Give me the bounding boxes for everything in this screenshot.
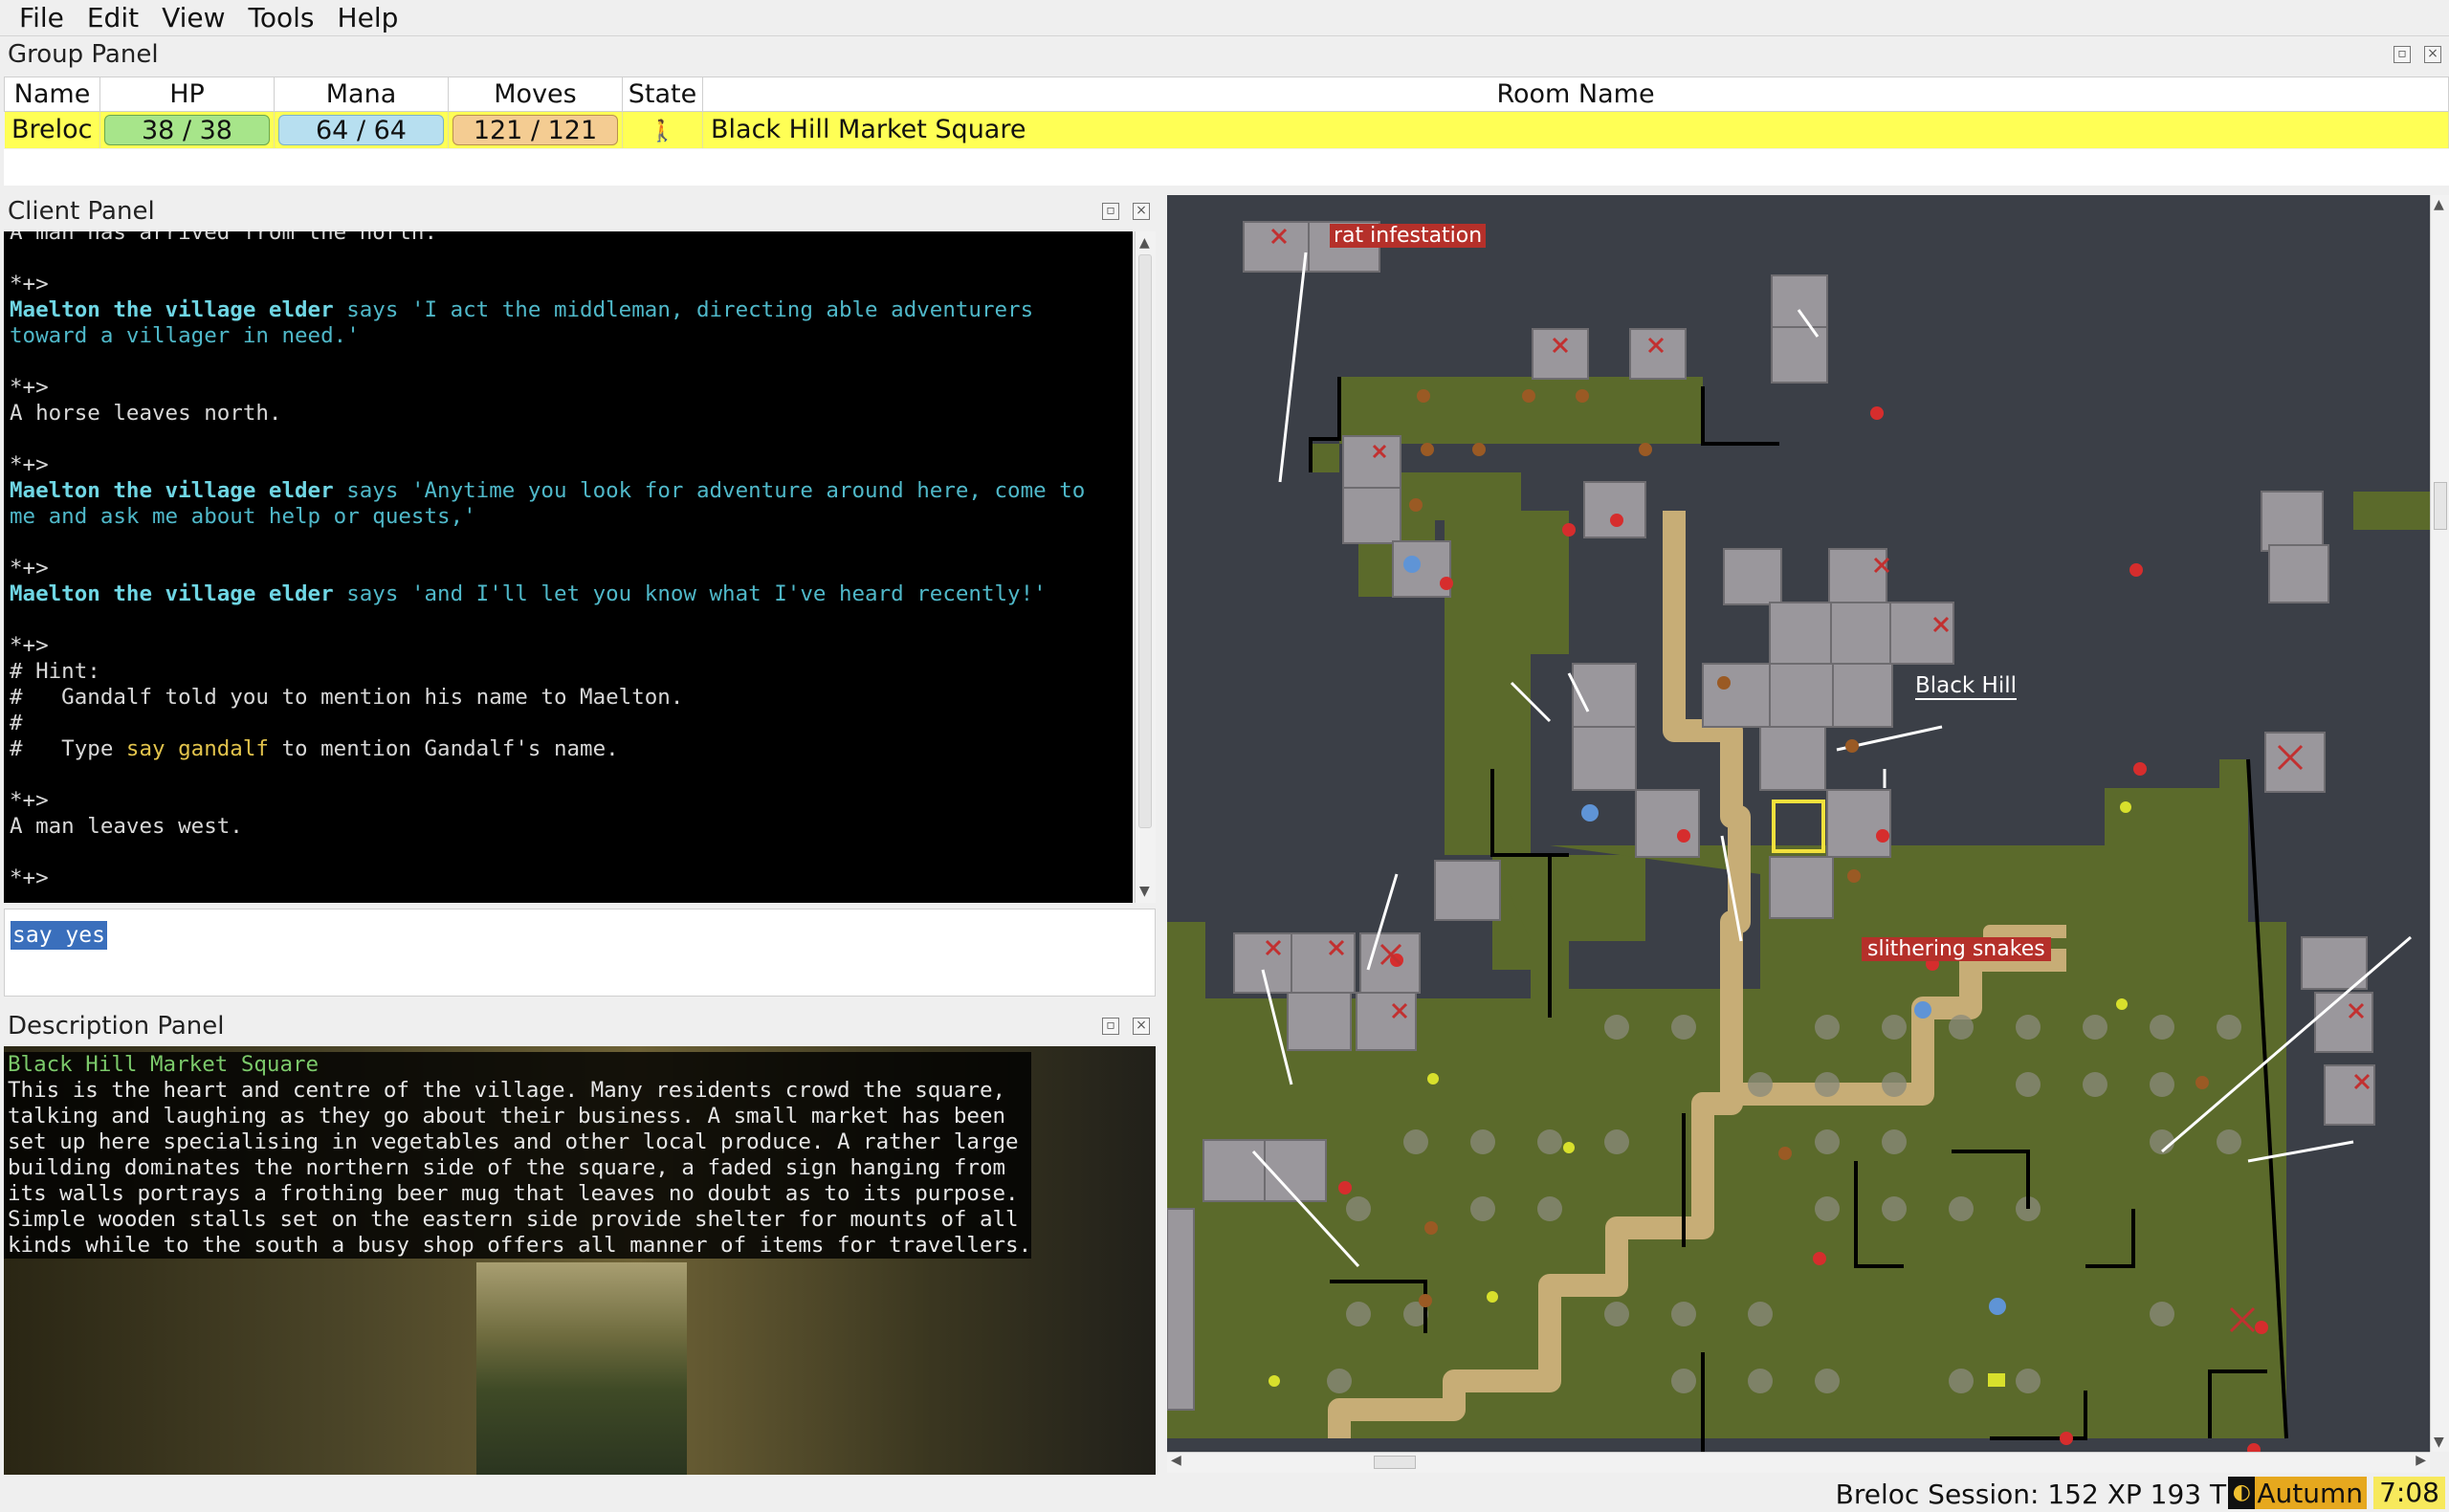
npc-name: Maelton the village elder [10, 478, 334, 503]
scroll-up-icon[interactable]: ▲ [2434, 197, 2444, 212]
client-panel-title: Client Panel ▫ × [0, 195, 1159, 228]
hint-line: # Hint: [10, 659, 100, 684]
description-view: Black Hill Market Square This is the hea… [4, 1046, 1156, 1475]
menu-edit[interactable]: Edit [76, 2, 150, 33]
float-icon[interactable]: ▫ [2394, 46, 2411, 63]
npc-name: Maelton the village elder [10, 581, 334, 606]
scroll-thumb[interactable] [2434, 482, 2447, 530]
scroll-up-icon[interactable]: ▲ [1139, 235, 1150, 251]
season-indicator: ◐ Autumn [2228, 1477, 2367, 1509]
prompt: *+> [10, 556, 49, 581]
npc-speech: 'and I'll let you know what I've heard r… [410, 581, 1047, 606]
menu-file[interactable]: File [8, 2, 76, 33]
mana-cell: 64 / 64 [274, 111, 449, 148]
say-verb: says [333, 581, 411, 606]
moves-cell: 121 / 121 [448, 111, 623, 148]
description-panel-title: Description Panel ▫ × [0, 1010, 1159, 1042]
group-empty-area [4, 149, 2449, 186]
player-position-marker [1772, 800, 1825, 853]
hp-bar: 38 / 38 [104, 114, 270, 145]
description-panel-title-text: Description Panel [8, 1012, 225, 1041]
float-icon[interactable]: ▫ [1102, 203, 1119, 220]
scroll-down-icon[interactable]: ▼ [2434, 1435, 2444, 1450]
session-status: Breloc Session: 152 XP 193 TP [1835, 1479, 2242, 1510]
menu-view[interactable]: View [150, 2, 236, 33]
prompt: *+> [10, 866, 49, 890]
col-name[interactable]: Name [4, 77, 100, 112]
close-icon[interactable]: × [1133, 1018, 1150, 1035]
scroll-down-icon[interactable]: ▼ [1139, 884, 1150, 899]
prompt: *+> [10, 452, 49, 477]
hint-line: # Gandalf told you to mention his name t… [10, 685, 684, 710]
room-name: Black Hill Market Square [702, 111, 2449, 148]
col-room[interactable]: Room Name [702, 77, 2449, 112]
map-label-rat-infestation: rat infestation [1330, 224, 1487, 248]
scroll-thumb[interactable] [1374, 1456, 1416, 1469]
client-text: A man has arrived from the north. *+> Ma… [4, 231, 1133, 891]
client-scrollbar[interactable]: ▲ ▼ [1135, 231, 1156, 903]
room-description: This is the heart and centre of the vill… [8, 1078, 1032, 1258]
hint-line: # [10, 711, 23, 735]
map-svg [1167, 221, 2430, 1452]
output-line: A man leaves west. [10, 814, 243, 839]
output-line: A horse leaves north. [10, 401, 282, 426]
state-cell: 🚶 [622, 111, 703, 148]
standing-person-icon: 🚶 [649, 120, 676, 144]
menu-help[interactable]: Help [326, 2, 410, 33]
map-vertical-scrollbar[interactable]: ▲ ▼ [2430, 195, 2449, 1452]
landscape-image [476, 1262, 687, 1475]
client-output[interactable]: A man has arrived from the north. *+> Ma… [4, 231, 1133, 903]
moon-icon: ◐ [2228, 1477, 2256, 1509]
prompt: *+> [10, 788, 49, 813]
group-table: Name HP Mana Moves State Room Name Brelo… [4, 77, 2449, 148]
map-canvas[interactable]: rat infestation slithering snakes Black … [1167, 195, 2430, 1452]
menu-tools[interactable]: Tools [237, 2, 326, 33]
hint-line: to mention Gandalf's name. [268, 736, 619, 761]
room-title: Black Hill Market Square [8, 1052, 320, 1077]
map-label-black-hill: Black Hill [1915, 673, 2018, 700]
group-panel-title: Group Panel ▫ × [0, 38, 2449, 71]
menu-bar: File Edit View Tools Help [0, 0, 2449, 36]
hp-cell: 38 / 38 [99, 111, 275, 148]
scroll-thumb[interactable] [1138, 254, 1152, 828]
table-row[interactable]: Breloc 38 / 38 64 / 64 121 / 121 🚶 Black… [4, 111, 2449, 148]
float-icon[interactable]: ▫ [1102, 1018, 1119, 1035]
group-panel-title-text: Group Panel [8, 40, 159, 69]
close-icon[interactable]: × [1133, 203, 1150, 220]
say-verb: says [333, 297, 411, 322]
col-hp[interactable]: HP [99, 77, 275, 112]
prompt: *+> [10, 272, 49, 296]
col-mana[interactable]: Mana [274, 77, 449, 112]
say-verb: says [333, 478, 411, 503]
scroll-right-icon[interactable]: ▶ [2416, 1453, 2426, 1468]
status-bar: Breloc Session: 152 XP 193 TP ◐ Autumn 7:… [0, 1475, 2449, 1512]
npc-name: Maelton the village elder [10, 297, 334, 322]
prompt: *+> [10, 375, 49, 400]
season-text: Autumn [2257, 1477, 2363, 1509]
hint-line: # Type [10, 736, 126, 761]
command-input-text[interactable]: say yes [11, 921, 107, 950]
member-name: Breloc [4, 111, 100, 148]
description-text: Black Hill Market Square This is the hea… [4, 1052, 1031, 1259]
close-icon[interactable]: × [2424, 46, 2441, 63]
map-label-slithering-snakes: slithering snakes [1862, 937, 2051, 961]
col-moves[interactable]: Moves [448, 77, 623, 112]
moves-bar: 121 / 121 [452, 114, 618, 145]
col-state[interactable]: State [622, 77, 703, 112]
game-time: 7:08 [2373, 1477, 2445, 1509]
map-horizontal-scrollbar[interactable]: ◀ ▶ [1167, 1452, 2430, 1473]
scroll-left-icon[interactable]: ◀ [1171, 1453, 1181, 1468]
client-panel-title-text: Client Panel [8, 197, 155, 226]
command-input[interactable]: say yes [4, 909, 1156, 997]
hint-command: say gandalf [125, 736, 269, 761]
output-line: A man has arrived from the north. [10, 231, 438, 245]
mana-bar: 64 / 64 [278, 114, 444, 145]
prompt: *+> [10, 633, 49, 658]
